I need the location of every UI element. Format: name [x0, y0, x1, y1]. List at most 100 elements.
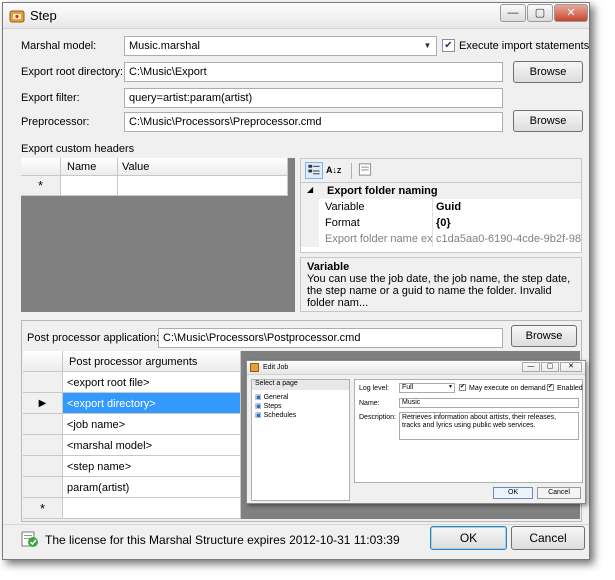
argument-cell[interactable]: <job name>: [63, 414, 241, 435]
enabled-checkbox[interactable]: ✔: [547, 384, 554, 391]
argument-cell[interactable]: <export directory>: [63, 393, 241, 414]
property-grid[interactable]: ◢ Export folder naming Variable Guid For…: [300, 183, 582, 253]
name-label: Name:: [359, 400, 380, 407]
property-value[interactable]: Guid: [436, 201, 461, 213]
export-root-input[interactable]: C:\Music\Export: [124, 62, 503, 82]
footer-divider: [3, 524, 589, 525]
page-icon: ▣: [255, 394, 262, 401]
step-window: Step — ▢ ✕ Marshal model: Music.marshal …: [2, 2, 590, 560]
post-processor-app-input[interactable]: C:\Music\Processors\Postprocessor.cmd: [158, 328, 503, 348]
edit-job-close-button[interactable]: ✕: [560, 362, 582, 372]
new-row-marker: *: [21, 176, 61, 196]
execute-import-checkbox[interactable]: ✔: [442, 39, 455, 52]
edit-job-app-icon: [250, 363, 259, 372]
log-level-select[interactable]: Full ▼: [399, 383, 455, 393]
property-value[interactable]: c1da5aa0-6190-4cde-9b2f-9887: [436, 233, 581, 245]
property-name: Export folder name exan: [325, 233, 433, 245]
column-header-arguments[interactable]: Post processor arguments: [63, 351, 241, 372]
edit-job-maximize-button[interactable]: ▢: [541, 362, 559, 372]
grid-corner: [23, 351, 63, 372]
toolbar-divider: [351, 163, 352, 179]
on-demand-checkbox[interactable]: ✔: [459, 384, 466, 391]
edit-job-title: Edit Job: [263, 364, 289, 371]
preprocessor-browse-button[interactable]: Browse: [513, 110, 583, 132]
new-argument-cell[interactable]: [63, 498, 241, 519]
column-header-name[interactable]: Name: [61, 158, 118, 176]
collapse-triangle-icon[interactable]: ◢: [307, 185, 313, 194]
edit-job-minimize-button[interactable]: —: [522, 362, 540, 372]
argument-cell[interactable]: <step name>: [63, 456, 241, 477]
column-header-value[interactable]: Value: [118, 158, 288, 176]
categorized-view-icon[interactable]: [305, 162, 323, 179]
row-header[interactable]: [23, 456, 63, 477]
property-name: Variable: [325, 201, 365, 213]
row-header[interactable]: ▶: [23, 393, 63, 414]
export-filter-value: query=artist:param(artist): [129, 92, 253, 104]
chevron-down-icon[interactable]: ▼: [448, 384, 453, 390]
page-icon: ▣: [255, 403, 262, 410]
new-row-name-cell[interactable]: [61, 176, 118, 196]
export-filter-input[interactable]: query=artist:param(artist): [124, 88, 503, 108]
edit-job-title-bar: Edit Job — ▢ ✕: [247, 361, 585, 375]
custom-headers-title: Export custom headers: [21, 143, 135, 155]
page-item-steps[interactable]: ▣ Steps: [255, 402, 281, 410]
property-help-text: You can use the job date, the job name, …: [307, 273, 571, 309]
custom-headers-grid[interactable]: Name Value *: [21, 158, 295, 312]
grid-corner: [21, 158, 61, 176]
edit-job-page-list: Select a page ▣ General ▣ Steps ▣ Schedu…: [251, 379, 350, 501]
cancel-button[interactable]: Cancel: [511, 526, 585, 550]
page-item-label: General: [263, 394, 289, 401]
preprocessor-value: C:\Music\Processors\Preprocessor.cmd: [129, 116, 322, 128]
export-root-browse-button[interactable]: Browse: [513, 61, 583, 83]
new-row-value-cell[interactable]: [118, 176, 288, 196]
property-column-divider[interactable]: [432, 199, 433, 247]
license-text: The license for this Marshal Structure e…: [45, 533, 400, 547]
ok-button[interactable]: OK: [430, 526, 507, 550]
current-row-arrow-icon: ▶: [38, 398, 47, 409]
property-grid-toolbar: A↓Z: [300, 158, 582, 183]
export-filter-label: Export filter:: [21, 92, 80, 104]
minimize-button[interactable]: —: [500, 4, 526, 22]
page-item-schedules[interactable]: ▣ Schedules: [255, 411, 296, 419]
argument-cell[interactable]: param(artist): [63, 477, 241, 498]
preprocessor-label: Preprocessor:: [21, 116, 90, 128]
page-item-general[interactable]: ▣ General: [255, 393, 288, 401]
row-header[interactable]: [23, 435, 63, 456]
license-icon: [21, 531, 38, 547]
new-row-marker: *: [23, 498, 63, 519]
property-category[interactable]: ◢ Export folder naming: [301, 183, 581, 199]
maximize-button[interactable]: ▢: [527, 4, 553, 22]
row-header[interactable]: [23, 477, 63, 498]
marshal-model-label: Marshal model:: [21, 40, 97, 52]
export-root-label: Export root directory:: [21, 66, 124, 78]
property-row[interactable]: Export folder name exan c1da5aa0-6190-4c…: [301, 231, 581, 247]
property-pages-icon[interactable]: [357, 162, 375, 179]
property-gutter: [301, 231, 319, 247]
description-label: Description:: [359, 414, 396, 421]
log-level-value: Full: [402, 384, 414, 391]
marshal-model-select[interactable]: Music.marshal ▼: [124, 36, 437, 56]
name-input[interactable]: Music: [399, 398, 579, 408]
property-row[interactable]: Variable Guid: [301, 199, 581, 215]
property-value[interactable]: {0}: [436, 217, 451, 229]
property-gutter: [301, 199, 319, 215]
execute-import-label: Execute import statements: [459, 40, 590, 52]
post-processor-browse-button[interactable]: Browse: [511, 325, 577, 347]
edit-job-cancel-button[interactable]: Cancel: [537, 487, 581, 499]
alphabetical-sort-icon[interactable]: A↓Z: [326, 162, 344, 179]
description-input[interactable]: Retrieves information about artists, the…: [399, 412, 579, 440]
argument-cell[interactable]: <marshal model>: [63, 435, 241, 456]
app-icon: [9, 10, 25, 23]
preprocessor-input[interactable]: C:\Music\Processors\Preprocessor.cmd: [124, 112, 503, 132]
post-processor-app-label: Post processor application:: [27, 332, 160, 344]
argument-cell[interactable]: <export root file>: [63, 372, 241, 393]
row-header[interactable]: [23, 372, 63, 393]
close-button[interactable]: ✕: [554, 4, 588, 22]
edit-job-window: Edit Job — ▢ ✕ Select a page ▣ General ▣…: [246, 360, 586, 504]
edit-job-ok-button[interactable]: OK: [493, 487, 533, 499]
chevron-down-icon[interactable]: ▼: [419, 37, 436, 55]
export-root-value: C:\Music\Export: [129, 66, 207, 78]
property-row[interactable]: Format {0}: [301, 215, 581, 231]
page-item-label: Steps: [263, 403, 282, 410]
row-header[interactable]: [23, 414, 63, 435]
